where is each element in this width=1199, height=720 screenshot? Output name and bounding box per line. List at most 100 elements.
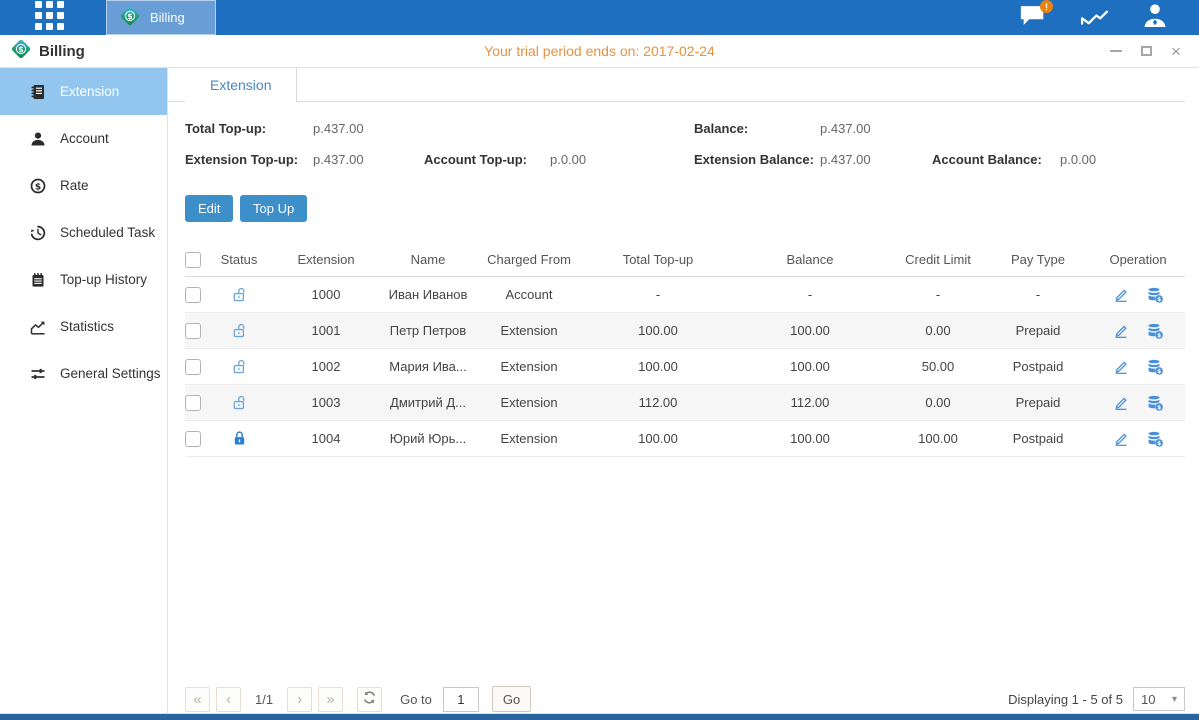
apps-grid-button[interactable] (35, 1, 64, 35)
row-checkbox[interactable] (185, 323, 201, 339)
cell-balance: 112.00 (729, 395, 891, 410)
table-row: 1002Мария Ива...Extension100.00100.0050.… (185, 349, 1185, 385)
sidebar-item-general-settings[interactable]: General Settings (0, 350, 167, 397)
topup-row-button[interactable]: $ (1146, 286, 1164, 304)
topup-row-button[interactable]: $ (1146, 430, 1164, 448)
close-button[interactable]: × (1167, 42, 1185, 60)
cell-pay-type: Prepaid (985, 323, 1091, 338)
first-page-button[interactable]: « (185, 687, 210, 712)
svg-text:$: $ (18, 44, 23, 53)
go-button[interactable]: Go (492, 686, 531, 712)
desktop-topbar: $ Billing ! (0, 0, 1199, 35)
window-titlebar: $ Billing Your trial period ends on: 201… (0, 35, 1199, 68)
billing-app-window: $ Billing ! $ Billing Your trial period … (0, 0, 1199, 720)
total-topup-value: p.437.00 (313, 121, 364, 136)
account-balance-label: Account Balance: (932, 152, 1042, 167)
page-size-select[interactable]: 10 ▾ (1133, 687, 1185, 711)
minimize-button[interactable] (1107, 42, 1125, 60)
cell-charged-from: Extension (471, 323, 587, 338)
user-menu-button[interactable] (1138, 4, 1172, 31)
edit-row-button[interactable] (1112, 430, 1130, 448)
refresh-icon (362, 690, 377, 709)
notifications-button[interactable]: ! (1016, 4, 1050, 31)
topup-row-button[interactable]: $ (1146, 358, 1164, 376)
window-title: Billing (39, 43, 85, 60)
close-icon: × (1171, 43, 1181, 60)
row-checkbox[interactable] (185, 287, 201, 303)
svg-text:$: $ (1157, 297, 1161, 303)
cell-name: Петр Петров (385, 323, 471, 338)
table-row: 1001Петр ПетровExtension100.00100.000.00… (185, 313, 1185, 349)
cell-total-topup: 100.00 (587, 431, 729, 446)
sliders-icon (30, 366, 47, 382)
line-chart-icon (1080, 5, 1109, 31)
refresh-button[interactable] (357, 687, 382, 712)
sidebar-item-extension[interactable]: Extension (0, 68, 167, 115)
edit-row-button[interactable] (1112, 322, 1130, 340)
tab-extension[interactable]: Extension (185, 68, 297, 102)
cell-credit-limit: - (891, 287, 985, 302)
extension-topup-label: Extension Top-up: (185, 152, 298, 167)
window-bottom-edge (0, 713, 1199, 720)
edit-row-button[interactable] (1112, 358, 1130, 376)
row-checkbox[interactable] (185, 359, 201, 375)
edit-button[interactable]: Edit (185, 195, 233, 222)
topup-button[interactable]: Top Up (240, 195, 307, 222)
sidebar-item-label: Statistics (60, 319, 114, 334)
cell-credit-limit: 50.00 (891, 359, 985, 374)
table-header: StatusExtensionNameCharged FromTotal Top… (185, 243, 1185, 277)
cell-operation: $ (1091, 430, 1185, 448)
cell-total-topup: 100.00 (587, 323, 729, 338)
goto-page-input[interactable] (443, 687, 479, 712)
sidebar-item-account[interactable]: Account (0, 115, 167, 162)
maximize-button[interactable] (1137, 42, 1155, 60)
select-all-checkbox[interactable] (185, 252, 201, 268)
edit-row-button[interactable] (1112, 286, 1130, 304)
sidebar-item-scheduled-task[interactable]: Scheduled Task (0, 209, 167, 256)
topup-row-button[interactable]: $ (1146, 394, 1164, 412)
cell-pay-type: Postpaid (985, 431, 1091, 446)
sidebar-item-statistics[interactable]: Statistics (0, 303, 167, 350)
row-checkbox[interactable] (185, 395, 201, 411)
svg-text:$: $ (127, 12, 132, 21)
cell-extension: 1000 (267, 287, 385, 302)
cell-operation: $ (1091, 358, 1185, 376)
next-page-button[interactable]: › (287, 687, 312, 712)
cell-extension: 1002 (267, 359, 385, 374)
balance-label: Balance: (694, 121, 748, 136)
extension-topup-value: p.437.00 (313, 152, 364, 167)
column-header-name: Name (385, 252, 471, 267)
topup-row-button[interactable]: $ (1146, 322, 1164, 340)
cell-total-topup: - (587, 287, 729, 302)
last-page-button[interactable]: » (318, 687, 343, 712)
user-icon (30, 131, 47, 147)
table-body: 1000Иван ИвановAccount----$1001Петр Петр… (185, 277, 1185, 457)
sidebar-item-label: Top-up History (60, 272, 147, 287)
column-header-operation: Operation (1091, 252, 1185, 267)
resource-monitor-button[interactable] (1077, 4, 1111, 31)
cell-charged-from: Account (471, 287, 587, 302)
column-header-charged-from: Charged From (471, 252, 587, 267)
checkbox-cell (185, 323, 211, 339)
row-checkbox[interactable] (185, 431, 201, 447)
cell-name: Дмитрий Д... (385, 395, 471, 410)
extension-balance-label: Extension Balance: (694, 152, 814, 167)
cell-charged-from: Extension (471, 395, 587, 410)
extensions-table: StatusExtensionNameCharged FromTotal Top… (185, 243, 1185, 457)
svg-text:$: $ (1157, 333, 1161, 339)
sidebar-item-top-up-history[interactable]: Top-up History (0, 256, 167, 303)
edit-row-button[interactable] (1112, 394, 1130, 412)
apps-grid-icon (35, 1, 64, 35)
cell-pay-type: - (985, 287, 1091, 302)
taskbar-tab-billing[interactable]: $ Billing (106, 0, 216, 35)
notepad-icon (30, 272, 47, 288)
sidebar-item-rate[interactable]: $Rate (0, 162, 167, 209)
prev-page-button[interactable]: ‹ (216, 687, 241, 712)
cell-operation: $ (1091, 286, 1185, 304)
cell-extension: 1004 (267, 431, 385, 446)
pagination-bar: « ‹ 1/1 › » Go to Go Displaying 1 - 5 of… (185, 686, 1185, 712)
checkbox-cell (185, 431, 211, 447)
column-header-extension: Extension (267, 252, 385, 267)
stats-chart-icon (30, 319, 47, 335)
cell-credit-limit: 0.00 (891, 395, 985, 410)
